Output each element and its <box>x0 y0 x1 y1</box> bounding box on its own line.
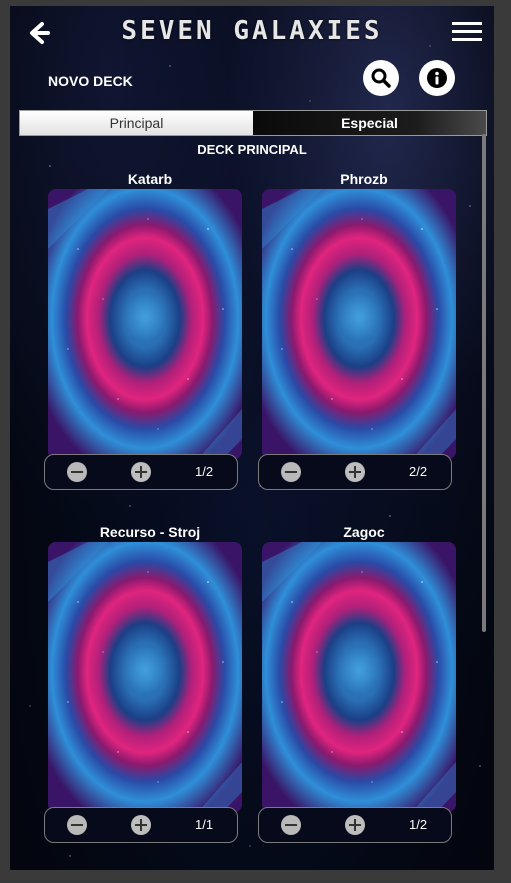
nebula-card-art <box>48 542 242 812</box>
card-name: Recurso - Stroj <box>99 524 201 540</box>
hamburger-menu-icon <box>452 22 482 41</box>
app-screen: SEVEN GALAXIES NOVO DECK Principal Espec… <box>10 6 494 870</box>
card-image[interactable] <box>48 189 242 459</box>
minus-button[interactable] <box>281 462 301 482</box>
app-title: SEVEN GALAXIES <box>121 16 383 46</box>
minus-button[interactable] <box>67 462 87 482</box>
top-bar: SEVEN GALAXIES <box>10 6 494 58</box>
deck-header: NOVO DECK <box>10 58 494 108</box>
deck-tabs: Principal Especial <box>19 110 487 136</box>
card-count: 1/2 <box>195 464 214 479</box>
card-counter: 1/1 <box>44 807 238 843</box>
card-image[interactable] <box>262 542 456 812</box>
plus-button[interactable] <box>345 462 365 482</box>
card-name: Zagoc <box>343 524 385 540</box>
plus-button[interactable] <box>131 462 151 482</box>
plus-button[interactable] <box>345 815 365 835</box>
search-icon <box>371 68 391 88</box>
nebula-card-art <box>262 542 456 812</box>
minus-button[interactable] <box>281 815 301 835</box>
card-counter: 1/2 <box>258 807 452 843</box>
card-name: Phrozb <box>340 171 388 187</box>
card-name: Katarb <box>127 171 173 187</box>
deck-name: NOVO DECK <box>48 73 133 89</box>
card-counter: 2/2 <box>258 454 452 490</box>
card-count: 1/2 <box>409 817 428 832</box>
section-title: DECK PRINCIPAL <box>197 142 307 157</box>
menu-button[interactable] <box>452 20 482 44</box>
plus-button[interactable] <box>131 815 151 835</box>
info-button[interactable] <box>419 60 455 96</box>
nebula-card-art <box>262 189 456 459</box>
card-count: 2/2 <box>409 464 428 479</box>
tab-especial[interactable]: Especial <box>253 111 486 135</box>
tab-principal[interactable]: Principal <box>20 111 253 135</box>
card-counter: 1/2 <box>44 454 238 490</box>
card-image[interactable] <box>262 189 456 459</box>
info-icon <box>427 68 447 88</box>
card-count: 1/1 <box>195 817 214 832</box>
nebula-card-art <box>48 189 242 459</box>
card-image[interactable] <box>48 542 242 812</box>
search-button[interactable] <box>363 60 399 96</box>
minus-button[interactable] <box>67 815 87 835</box>
scrollbar[interactable] <box>482 134 486 632</box>
